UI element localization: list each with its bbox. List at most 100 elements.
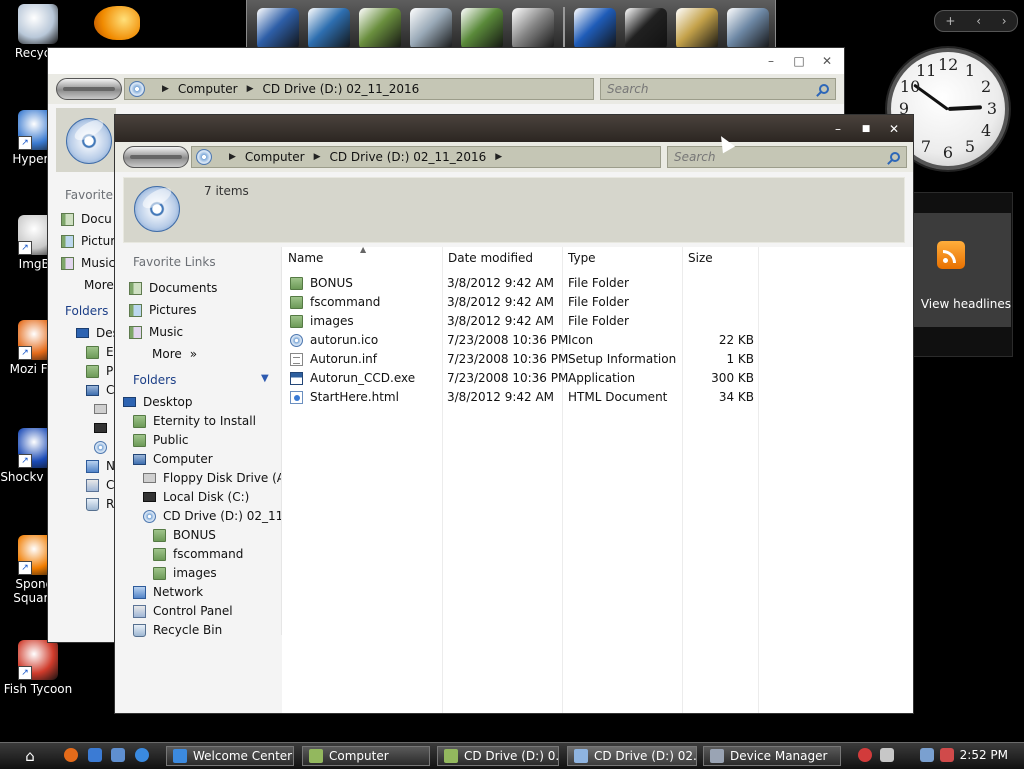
favorite-more[interactable]: More »	[152, 345, 197, 363]
tree-item[interactable]: images	[153, 564, 217, 582]
table-row[interactable]: autorun.ico 7/23/2008 10:36 PM Icon 22 KB	[282, 331, 913, 350]
close-button[interactable]: ✕	[887, 122, 901, 136]
tree-item[interactable]: Computer	[133, 450, 213, 468]
folders-header[interactable]: Folders	[133, 371, 176, 389]
taskbar-button-3[interactable]: CD Drive (D:) 02...	[567, 746, 697, 766]
taskbar-button-label: Device Manager	[730, 749, 828, 763]
back-address-bar[interactable]: ▶ Computer ▶ CD Drive (D:) 02_11_2016	[124, 78, 594, 100]
tree-item[interactable]: Desktop	[123, 393, 193, 411]
internet-explorer-icon[interactable]	[135, 748, 149, 762]
file-name-cell[interactable]: autorun.ico	[290, 331, 378, 350]
maximize-button[interactable]: ■	[859, 122, 873, 136]
tree-item[interactable]: Network	[133, 583, 203, 601]
file-name-cell[interactable]: BONUS	[290, 274, 353, 293]
tree-item[interactable]: Control Panel	[133, 602, 233, 620]
column-header-type[interactable]: Type	[562, 247, 682, 269]
tree-item[interactable]: Eternity to Install	[133, 412, 256, 430]
fish-icon[interactable]	[94, 6, 140, 40]
file-name-cell[interactable]: Autorun.inf	[290, 350, 377, 369]
file-name-cell[interactable]: Autorun_CCD.exe	[290, 369, 415, 388]
taskbar-button-4[interactable]: Device Manager	[703, 746, 841, 766]
back-tree-item[interactable]: N	[86, 457, 115, 475]
favorite-music[interactable]: Music	[129, 323, 183, 341]
switch-windows-icon[interactable]	[111, 748, 125, 762]
dock-app-icon[interactable]	[625, 7, 667, 50]
view-headlines-link[interactable]: View headlines	[912, 297, 1011, 311]
back-favorite-music[interactable]: Music	[61, 254, 115, 272]
tree-item[interactable]: Recycle Bin	[133, 621, 222, 639]
back-maximize-button[interactable]: □	[792, 54, 806, 68]
dock-app-icon[interactable]	[308, 7, 350, 50]
dock-app-icon[interactable]	[257, 7, 299, 50]
favorite-pictures[interactable]: Pictures	[129, 301, 197, 319]
volume-mute-icon[interactable]	[940, 748, 954, 762]
folders-collapse-icon[interactable]: ▼	[261, 373, 269, 384]
back-tree-item[interactable]: Et	[86, 343, 118, 361]
back-window-titlebar[interactable]: – □ ✕	[48, 48, 844, 74]
tree-item[interactable]: Floppy Disk Drive (A:)	[143, 469, 294, 487]
table-row[interactable]: Autorun_CCD.exe 7/23/2008 10:36 PM Applica…	[282, 369, 913, 388]
table-row[interactable]: fscommand 3/8/2012 9:42 AM File Folder	[282, 293, 913, 312]
search-input[interactable]: Search	[667, 146, 907, 168]
show-desktop-icon[interactable]	[88, 748, 102, 762]
column-header-date-modified[interactable]: Date modified	[442, 247, 562, 269]
column-header-name[interactable]: Name	[282, 247, 442, 269]
breadcrumb-computer[interactable]: Computer	[245, 150, 305, 164]
previous-gadget-button[interactable]: ‹	[976, 14, 981, 28]
back-folders-header[interactable]: Folders	[65, 302, 108, 320]
file-name-cell[interactable]: StartHere.html	[290, 388, 399, 407]
taskbar-clock[interactable]: 2:52 PM	[960, 748, 1008, 762]
dock-app-icon[interactable]	[574, 7, 616, 50]
back-favorite-pictures[interactable]: Pictur	[61, 232, 115, 250]
back-tree-item[interactable]	[94, 438, 114, 456]
feed-headlines-gadget[interactable]: View headlines	[911, 192, 1013, 357]
dock-app-icon[interactable]	[727, 7, 769, 50]
back-tree-item[interactable]: C	[86, 476, 114, 494]
dock-app-icon[interactable]	[676, 7, 718, 50]
tree-item[interactable]: fscommand	[153, 545, 243, 563]
back-favorite-documents[interactable]: Docu	[61, 210, 112, 228]
dock-app-icon[interactable]	[410, 7, 452, 50]
table-row[interactable]: Autorun.inf 7/23/2008 10:36 PM Setup Infor…	[282, 350, 913, 369]
desktop-icon-6[interactable]: ↗ Fish Tycoon	[0, 640, 78, 696]
file-list[interactable]: ▲ Name Date modified Type Size BONUS 3/8/2012…	[282, 245, 913, 713]
tree-item[interactable]: Public	[133, 431, 189, 449]
favorite-documents[interactable]: Documents	[129, 279, 217, 297]
taskbar-button-2[interactable]: CD Drive (D:) 0...	[437, 746, 559, 766]
front-window-titlebar[interactable]: – ■ ✕	[115, 115, 913, 142]
table-row[interactable]: StartHere.html 3/8/2012 9:42 AM HTML Docum…	[282, 388, 913, 407]
network-tray-icon[interactable]	[880, 748, 894, 762]
back-close-button[interactable]: ✕	[820, 54, 834, 68]
add-gadget-button[interactable]: +	[945, 14, 955, 28]
back-favorite-more[interactable]: More	[84, 276, 114, 294]
firefox-quicklaunch-icon[interactable]	[64, 748, 78, 762]
security-alert-icon[interactable]	[858, 748, 872, 762]
back-tree-item[interactable]: C	[86, 381, 114, 399]
file-name-cell[interactable]: images	[290, 312, 354, 331]
dock-app-icon[interactable]	[461, 7, 503, 50]
table-row[interactable]: images 3/8/2012 9:42 AM File Folder	[282, 312, 913, 331]
back-tree-desktop[interactable]: Des	[76, 324, 119, 342]
taskbar-button-1[interactable]: Computer	[302, 746, 430, 766]
taskbar-button-0[interactable]: Welcome Center	[166, 746, 294, 766]
tree-item[interactable]: Local Disk (C:)	[143, 488, 249, 506]
back-nav-buttons[interactable]	[56, 78, 122, 100]
back-minimize-button[interactable]: –	[764, 54, 778, 68]
back-tree-item[interactable]	[94, 400, 114, 418]
dock-app-icon[interactable]	[512, 7, 554, 50]
tree-item[interactable]: BONUS	[153, 526, 216, 544]
table-row[interactable]: BONUS 3/8/2012 9:42 AM File Folder	[282, 274, 913, 293]
column-header-size[interactable]: Size	[682, 247, 758, 269]
back-forward-buttons[interactable]	[123, 146, 189, 168]
start-button[interactable]: ⌂	[20, 746, 40, 766]
breadcrumb-cd-drive[interactable]: CD Drive (D:) 02_11_2016	[330, 150, 487, 164]
next-gadget-button[interactable]: ›	[1002, 14, 1007, 28]
speaker-icon[interactable]	[920, 748, 934, 762]
file-name-cell[interactable]: fscommand	[290, 293, 380, 312]
address-bar[interactable]: ▶ Computer ▶ CD Drive (D:) 02_11_2016 ▶	[191, 146, 661, 168]
dock-app-icon[interactable]	[359, 7, 401, 50]
back-tree-item[interactable]	[94, 419, 114, 437]
back-search-box[interactable]: Search	[600, 78, 836, 100]
minimize-button[interactable]: –	[831, 122, 845, 136]
front-explorer-window[interactable]: – ■ ✕ ▶ Computer ▶ CD Drive (D:) 02_11_201…	[115, 115, 913, 713]
